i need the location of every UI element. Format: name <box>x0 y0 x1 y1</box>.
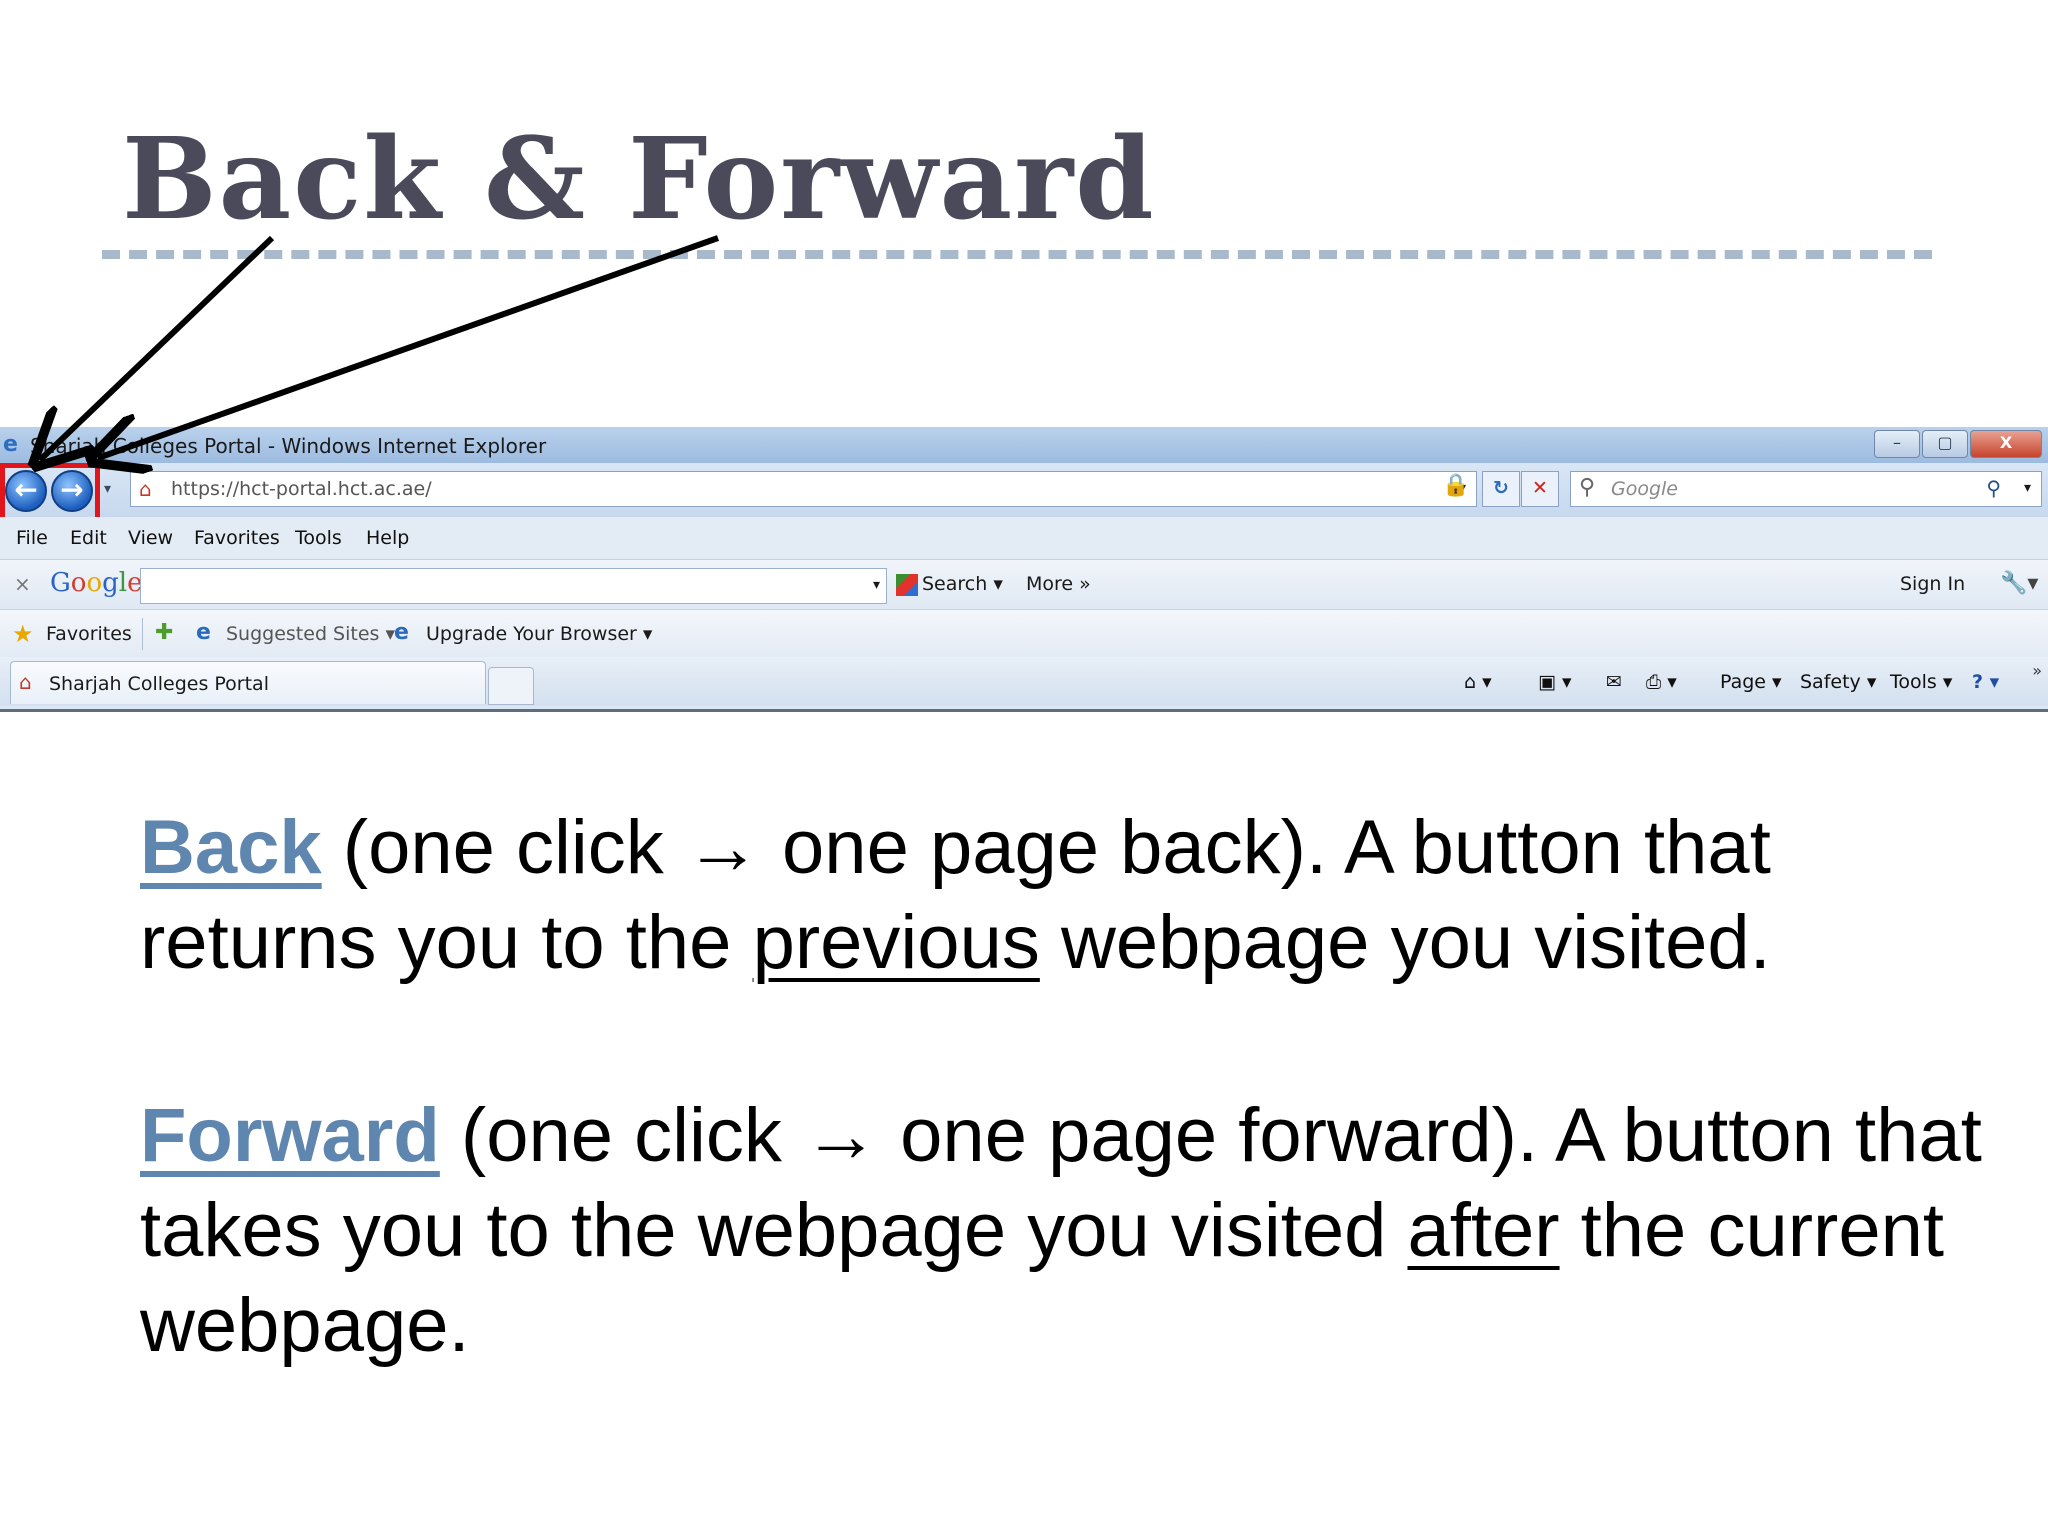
arrow-to-forward-button <box>98 235 720 458</box>
google-input-dropdown-icon[interactable]: ▾ <box>873 577 880 593</box>
upgrade-browser-link[interactable]: Upgrade Your Browser ▾ <box>426 623 652 645</box>
back-description: Back (one click → one page back). A butt… <box>140 800 2000 990</box>
stop-button[interactable]: ✕ <box>1521 471 1559 507</box>
ie-upgrade-icon: e <box>394 620 409 645</box>
google-logo-letter: g <box>102 568 119 598</box>
refresh-button[interactable]: ↻ <box>1482 471 1520 507</box>
browser-window: e Sharjah Colleges Portal - Windows Inte… <box>0 427 2048 712</box>
page-menu[interactable]: Page ▾ <box>1720 671 1782 693</box>
ie-logo-icon: e <box>3 432 18 457</box>
recent-pages-dropdown-icon[interactable]: ▾ <box>104 481 111 497</box>
restore-button[interactable]: ▢ <box>1922 430 1968 458</box>
help-button[interactable]: ? ▾ <box>1972 671 1999 693</box>
google-toolbar: × Google ▾ Search ▾ More » Sign In 🔧▾ <box>0 559 2048 610</box>
forward-keyword: Forward <box>140 1093 440 1178</box>
back-keyword: Back <box>140 805 322 890</box>
suggested-sites-link[interactable]: Suggested Sites ▾ <box>226 623 395 645</box>
address-bar[interactable]: ⌂ https://hct-portal.hct.ac.ae/ ▾ <box>130 471 1477 507</box>
add-to-favorites-icon[interactable]: ✚ <box>155 620 173 645</box>
search-box[interactable]: ⚲ Google ⚲ ▾ <box>1570 471 2042 507</box>
google-logo-letter: G <box>50 568 71 598</box>
window-controls: – ▢ X <box>1872 430 2042 458</box>
menu-help[interactable]: Help <box>366 527 409 549</box>
tab-sharjah-portal[interactable]: ⌂ Sharjah Colleges Portal <box>10 661 486 704</box>
title-divider <box>102 250 1932 259</box>
minimize-button[interactable]: – <box>1874 430 1920 458</box>
search-dropdown-icon[interactable]: ▾ <box>2024 480 2031 496</box>
google-logo-letter: o <box>70 568 87 598</box>
favorites-bar: ★ Favorites ✚ e Suggested Sites ▾ e Upgr… <box>0 609 2048 658</box>
search-placeholder: Google <box>1611 478 1679 500</box>
read-mail-button[interactable]: ✉ <box>1606 671 1622 693</box>
menu-edit[interactable]: Edit <box>70 527 107 549</box>
after-word: after <box>1407 1188 1560 1273</box>
tab-bar: ⌂ Sharjah Colleges Portal ⌂ ▾ ▣ ▾ ✉ ⎙ ▾ … <box>0 657 2048 706</box>
search-icon: ⚲ <box>1579 475 1596 500</box>
tools-menu[interactable]: Tools ▾ <box>1890 671 1952 693</box>
print-button[interactable]: ⎙ ▾ <box>1646 671 1677 693</box>
google-logo: Google <box>50 568 142 598</box>
new-tab-button[interactable] <box>488 667 534 705</box>
menu-tools[interactable]: Tools <box>295 527 342 549</box>
forward-description: Forward (one click → one page forward). … <box>140 1088 2000 1373</box>
google-logo-letter: l <box>118 568 128 598</box>
window-title: Sharjah Colleges Portal - Windows Intern… <box>30 434 547 458</box>
navigation-bar: ← → ▾ ⌂ https://hct-portal.hct.ac.ae/ ▾ … <box>0 463 2048 527</box>
sign-in-link[interactable]: Sign In <box>1900 573 1965 595</box>
back-text-2: webpage you visited. <box>1039 900 1771 985</box>
toolbar-overflow-icon[interactable]: » <box>2032 661 2042 680</box>
menu-bar: File Edit View Favorites Tools Help <box>0 517 2048 559</box>
ie-suggest-icon: e <box>196 620 211 645</box>
toolbar-close-icon[interactable]: × <box>14 572 31 596</box>
search-go-icon[interactable]: ⚲ <box>1986 476 2001 500</box>
menu-favorites[interactable]: Favorites <box>194 527 280 549</box>
browser-titlebar: e Sharjah Colleges Portal - Windows Inte… <box>0 427 2048 463</box>
safety-menu[interactable]: Safety ▾ <box>1800 671 1876 693</box>
feeds-button[interactable]: ▣ ▾ <box>1538 671 1572 693</box>
google-more-button[interactable]: More » <box>1026 573 1091 595</box>
close-button[interactable]: X <box>1970 430 2042 458</box>
site-favicon-icon: ⌂ <box>139 477 152 501</box>
tab-title: Sharjah Colleges Portal <box>49 673 269 695</box>
menu-view[interactable]: View <box>128 527 173 549</box>
favorites-star-icon[interactable]: ★ <box>12 620 34 648</box>
previous-word: previous <box>752 900 1040 985</box>
google-search-input[interactable]: ▾ <box>140 568 887 604</box>
google-search-button[interactable]: Search ▾ <box>896 573 1003 596</box>
wrench-settings-icon[interactable]: 🔧▾ <box>2000 571 2038 596</box>
menu-file[interactable]: File <box>16 527 48 549</box>
home-button[interactable]: ⌂ ▾ <box>1464 671 1492 693</box>
lock-icon[interactable]: 🔒 <box>1442 473 1469 498</box>
google-search-label: Search ▾ <box>922 573 1003 595</box>
favorites-separator <box>142 618 143 650</box>
favorites-button[interactable]: Favorites <box>46 623 132 645</box>
address-url[interactable]: https://hct-portal.hct.ac.ae/ <box>171 478 432 500</box>
tab-favicon-icon: ⌂ <box>19 670 32 694</box>
google-logo-letter: o <box>86 568 103 598</box>
google-search-icon <box>896 573 918 596</box>
slide-title: Back & Forward <box>122 114 1156 245</box>
